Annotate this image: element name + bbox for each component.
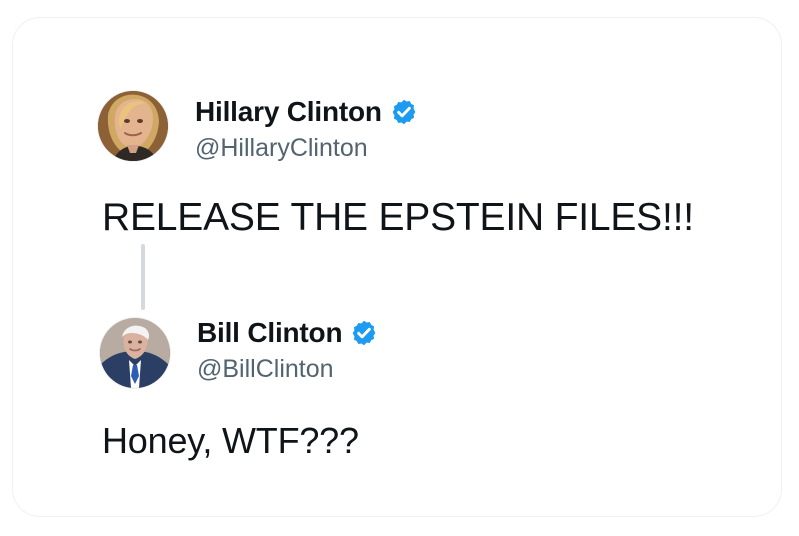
hillary-display-name[interactable]: Hillary Clinton [195, 98, 382, 126]
hillary-handle[interactable]: @HillaryClinton [195, 136, 418, 161]
tweet-thread-card: Hillary Clinton @HillaryClinton RELEASE … [12, 17, 782, 517]
hillary-author-info: Hillary Clinton @HillaryClinton [195, 98, 418, 161]
thread-connector-line [141, 244, 145, 310]
bill-author-info: Bill Clinton @BillClinton [197, 319, 378, 382]
bill-clinton-avatar[interactable] [100, 318, 170, 388]
bill-tweet-text: Honey, WTF??? [102, 420, 359, 461]
bill-clinton-avatar-image [100, 318, 170, 388]
hillary-clinton-avatar[interactable] [98, 91, 168, 161]
bill-name-row: Bill Clinton [197, 319, 378, 347]
verified-badge-icon [390, 98, 418, 126]
verified-badge-icon [350, 319, 378, 347]
hillary-tweet-text: RELEASE THE EPSTEIN FILES!!! [102, 196, 694, 239]
hillary-name-row: Hillary Clinton [195, 98, 418, 126]
hillary-clinton-avatar-image [98, 91, 168, 161]
bill-display-name[interactable]: Bill Clinton [197, 319, 343, 347]
bill-handle[interactable]: @BillClinton [197, 357, 378, 382]
